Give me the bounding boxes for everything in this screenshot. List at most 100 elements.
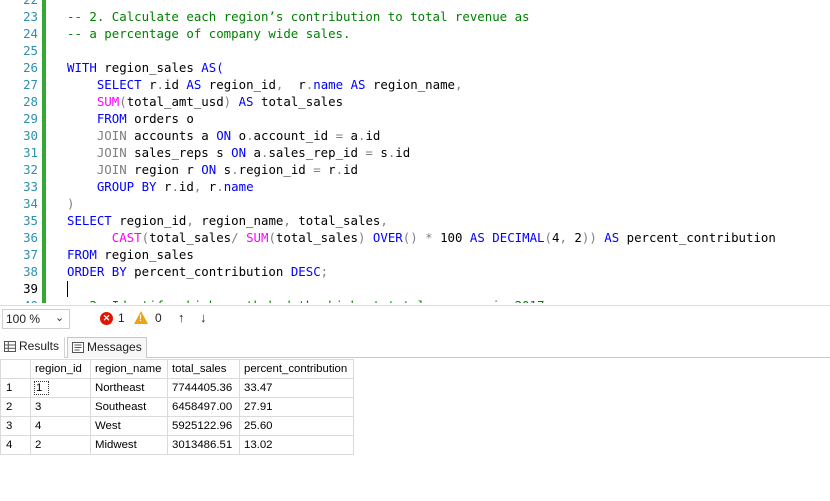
code-token: ( — [544, 230, 552, 245]
code-line[interactable]: 24 -- a percentage of company wide sales. — [0, 25, 830, 42]
grid-cell[interactable]: 1 — [30, 378, 91, 398]
line-number: 27 — [23, 77, 38, 92]
code-line[interactable]: 33 GROUP BY r.id, r.name — [0, 178, 830, 195]
row-number[interactable]: 3 — [0, 416, 31, 436]
zoom-value: 100 % — [6, 312, 41, 326]
line-number: 29 — [23, 111, 38, 126]
table-row[interactable]: 3 4 West 5925122.96 25.60 — [0, 416, 354, 436]
zoom-dropdown[interactable]: 100 % ⌄ — [2, 309, 70, 329]
code-line[interactable]: 40 -- 3. Identify which month had the hig… — [0, 297, 830, 303]
tab-messages[interactable]: Messages — [67, 337, 147, 358]
chevron-down-icon: ⌄ — [55, 312, 65, 324]
grid-cell[interactable]: 5925122.96 — [167, 416, 240, 436]
code-token: SELECT — [67, 77, 142, 92]
code-text: CAST(total_sales/ SUM(total_sales) OVER(… — [67, 229, 776, 246]
code-token: sales_rep_id — [268, 145, 366, 160]
code-line[interactable]: 25 — [0, 42, 830, 59]
code-token: id — [343, 162, 358, 177]
code-token: , — [283, 213, 291, 228]
sql-editor[interactable]: 2223 -- 2. Calculate each region’s contri… — [0, 0, 830, 303]
code-line[interactable]: 38 ORDER BY percent_contribution DESC; — [0, 263, 830, 280]
code-token: region_id — [238, 162, 314, 177]
code-line[interactable]: 34) — [0, 195, 830, 212]
row-number[interactable]: 4 — [0, 435, 31, 455]
column-header[interactable]: total_sales — [167, 359, 240, 379]
code-line[interactable]: 29 FROM orders o — [0, 110, 830, 127]
code-token: -- 3. Identify which month had the highe… — [67, 298, 544, 303]
column-header[interactable]: region_name — [90, 359, 168, 379]
table-row[interactable]: 1 1 Northeast 7744405.36 33.47 — [0, 378, 354, 398]
grid-cell[interactable]: 27.91 — [239, 397, 354, 417]
code-line[interactable]: 32 JOIN region r ON s.region_id = r.id — [0, 161, 830, 178]
code-token: id — [164, 77, 187, 92]
column-header[interactable]: region_id — [30, 359, 91, 379]
grid-cell[interactable]: 3013486.51 — [167, 435, 240, 455]
code-text: SELECT r.id AS region_id, r.name AS regi… — [67, 76, 463, 93]
grid-cell[interactable]: Southeast — [90, 397, 168, 417]
tab-results-label: Results — [19, 339, 60, 353]
warning-icon[interactable]: ! — [134, 311, 148, 324]
grid-cell[interactable]: 4 — [30, 416, 91, 436]
code-text: ) — [67, 195, 74, 212]
table-row[interactable]: 4 2 Midwest 3013486.51 13.02 — [0, 435, 354, 455]
code-text: JOIN sales_reps s ON a.sales_rep_id = s.… — [67, 144, 410, 161]
results-grid[interactable]: region_id region_name total_sales percen… — [0, 359, 354, 455]
code-token: 100 — [440, 230, 470, 245]
line-number: 26 — [23, 60, 38, 75]
code-token: OVER — [365, 230, 403, 245]
code-token: region r — [126, 162, 202, 177]
grid-cell[interactable]: West — [90, 416, 168, 436]
grid-cell[interactable]: 7744405.36 — [167, 378, 240, 398]
next-issue-button[interactable]: ↓ — [200, 310, 207, 325]
code-token: JOIN — [67, 128, 127, 143]
code-line[interactable]: 35 SELECT region_id, region_name, total_s… — [0, 212, 830, 229]
table-row[interactable]: 2 3 Southeast 6458497.00 27.91 — [0, 397, 354, 417]
grid-cell[interactable]: 25.60 — [239, 416, 354, 436]
code-token: 2 — [574, 230, 582, 245]
code-line[interactable]: 28 SUM(total_amt_usd) AS total_sales — [0, 93, 830, 110]
grid-header-row: region_id region_name total_sales percen… — [0, 359, 354, 379]
column-header[interactable]: percent_contribution — [239, 359, 354, 379]
line-number: 39 — [23, 281, 38, 296]
row-header-corner[interactable] — [0, 359, 31, 379]
code-text: FROM orders o — [67, 110, 194, 127]
previous-issue-button[interactable]: ↑ — [178, 310, 185, 325]
code-text: JOIN region r ON s.region_id = r.id — [67, 161, 358, 178]
code-token: AS — [596, 230, 620, 245]
row-number[interactable]: 1 — [0, 378, 31, 398]
tab-results[interactable]: Results — [0, 337, 65, 358]
grid-cell[interactable]: Midwest — [90, 435, 168, 455]
code-token: ( — [141, 230, 150, 245]
code-token: . — [216, 179, 224, 194]
code-line[interactable]: 22 — [0, 0, 830, 8]
code-line[interactable]: 31 JOIN sales_reps s ON a.sales_rep_id =… — [0, 144, 830, 161]
row-number[interactable]: 2 — [0, 397, 31, 417]
code-line[interactable]: 23 -- 2. Calculate each region’s contribu… — [0, 8, 830, 25]
grid-cell[interactable]: 6458497.00 — [167, 397, 240, 417]
warning-count[interactable]: 0 — [155, 311, 162, 325]
code-token: ( — [119, 94, 127, 109]
code-line[interactable]: 30 JOIN accounts a ON o.account_id = a.i… — [0, 127, 830, 144]
code-line[interactable]: 36 CAST(total_sales/ SUM(total_sales) OV… — [0, 229, 830, 246]
grid-cell[interactable]: 3 — [30, 397, 91, 417]
error-icon[interactable]: ✕ — [100, 312, 113, 325]
editor-status-strip: 100 % ⌄ ✕ 1 ! 0 ↑ ↓ — [0, 305, 830, 331]
grid-cell[interactable]: Northeast — [90, 378, 168, 398]
grid-cell[interactable]: 2 — [30, 435, 91, 455]
code-line[interactable]: 27 SELECT r.id AS region_id, r.name AS r… — [0, 76, 830, 93]
code-token: total_sales — [290, 213, 381, 228]
code-token: AS( — [201, 60, 224, 75]
code-token: name — [223, 179, 254, 194]
grid-cell[interactable]: 13.02 — [239, 435, 354, 455]
code-text: FROM region_sales — [67, 246, 194, 263]
code-line[interactable]: 26 WITH region_sales AS( — [0, 59, 830, 76]
code-token: r — [320, 162, 336, 177]
grid-cell[interactable]: 33.47 — [239, 378, 354, 398]
error-count[interactable]: 1 — [118, 311, 125, 325]
code-line[interactable]: 39 — [0, 280, 830, 297]
line-number: 32 — [23, 162, 38, 177]
code-line[interactable]: 37 FROM region_sales — [0, 246, 830, 263]
line-number: 38 — [23, 264, 38, 279]
code-token: -- 2. Calculate each region’s contributi… — [67, 9, 530, 24]
code-token: total_sales — [275, 230, 358, 245]
